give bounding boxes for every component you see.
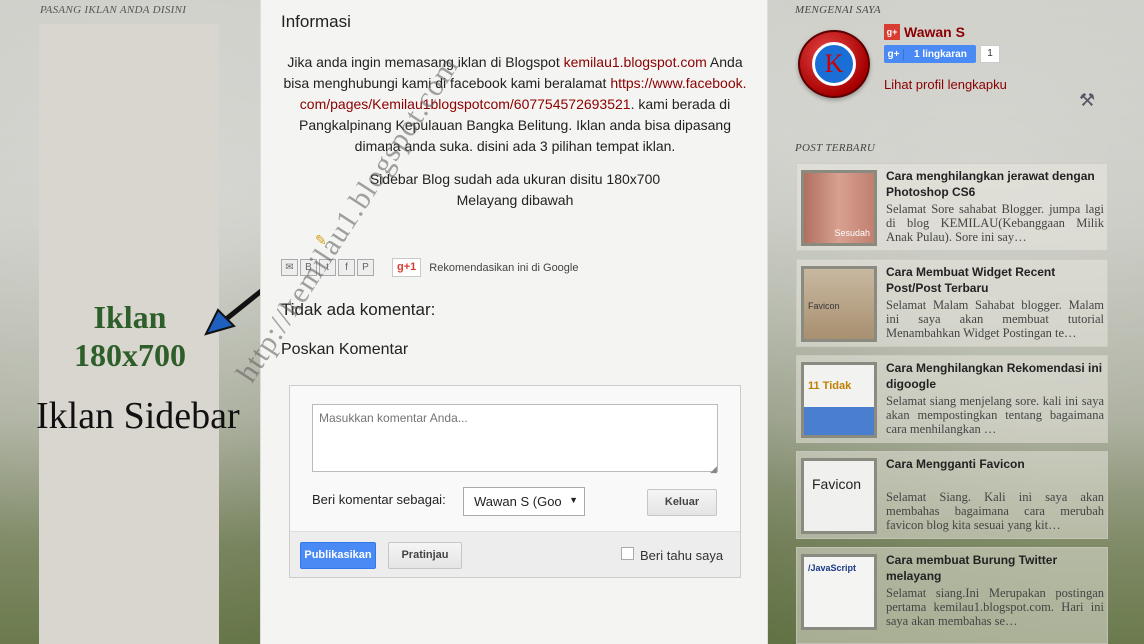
thumb-text: 11 Tidak [808, 380, 852, 392]
comment-as-label: Beri komentar sebagai: [312, 492, 446, 507]
post-text: Melayang dibawah [456, 192, 574, 208]
gplus-one-button[interactable]: g+1 [392, 258, 422, 277]
ad-label-line1: Iklan [93, 299, 167, 335]
post-thumbnail[interactable]: Favicon [801, 266, 877, 342]
ad-size-label: Iklan 180x700 [40, 298, 220, 374]
identity-select-value: Wawan S (Goo [474, 494, 562, 509]
pinterest-share-icon[interactable]: P [357, 259, 374, 276]
post-title: Informasi [281, 12, 351, 31]
follow-label: 1 lingkaran [914, 48, 967, 60]
logout-button[interactable]: Keluar [647, 489, 717, 516]
preview-button[interactable]: Pratinjau [388, 542, 462, 569]
identity-select[interactable]: Wawan S (Goo ▼ [463, 487, 585, 516]
ad-sidebar-heading: PASANG IKLAN ANDA DISINI [40, 4, 187, 16]
ad-label-line2: 180x700 [74, 337, 186, 373]
post-title-link[interactable]: Cara Menghilangkan Rekomendasi ini digoo… [886, 360, 1108, 392]
profile-link[interactable]: Lihat profil lengkapku [884, 77, 1007, 92]
thumb-text: Sesudah [834, 228, 870, 238]
thumb-text: Favicon [812, 476, 862, 492]
avatar-letter: K [812, 42, 856, 86]
recent-post-item[interactable]: /JavaScript Cara membuat Burung Twitter … [796, 547, 1108, 644]
recent-post-item[interactable]: Favicon Cara Membuat Widget Recent Post/… [796, 259, 1108, 347]
post-thumbnail[interactable]: 11 Tidak [801, 362, 877, 438]
post-title-link[interactable]: Cara Mengganti Favicon [886, 456, 1108, 472]
wrench-icon[interactable]: ⚒ [1079, 90, 1095, 111]
avatar[interactable]: K [798, 30, 870, 98]
recent-post-item[interactable]: Favicon Cara Mengganti Favicon Selamat S… [796, 451, 1108, 539]
recent-post-item[interactable]: 11 Tidak Cara Menghilangkan Rekomendasi … [796, 355, 1108, 443]
post-paragraph: Jika anda ingin memasang iklan di Blogsp… [281, 52, 749, 157]
post-title-link[interactable]: Cara menghilangkan jerawat dengan Photos… [886, 168, 1108, 200]
post-snippet: Selamat Sore sahabat Blogger. jumpa lagi… [886, 202, 1104, 244]
post-thumbnail[interactable]: Favicon [801, 458, 877, 534]
thumb-text: Favicon [808, 301, 840, 311]
post-text: Sidebar Blog sudah ada ukuran disitu 180… [369, 171, 661, 187]
post-snippet: Selamat siang menjelang sore. kali ini s… [886, 394, 1104, 436]
follow-count: 1 [980, 45, 1000, 63]
comment-input[interactable] [312, 404, 718, 472]
profile-name[interactable]: Wawan S [904, 24, 965, 40]
notify-checkbox[interactable] [621, 547, 634, 560]
recent-posts-heading: POST TERBARU [795, 142, 876, 154]
post-snippet: Selamat Malam Sahabat blogger. Malam ini… [886, 298, 1104, 340]
resize-grip-icon[interactable]: ◢ [710, 464, 717, 475]
post-title-link[interactable]: Cara membuat Burung Twitter melayang [886, 552, 1108, 584]
post-thumbnail[interactable]: /JavaScript [801, 554, 877, 630]
ad-caption: Iklan Sidebar [36, 395, 240, 437]
publish-button[interactable]: Publikasikan [300, 542, 376, 569]
post-snippet: Selamat Siang. Kali ini saya akan membah… [886, 490, 1104, 532]
post-snippet: Selamat siang.Ini Merupakan postingan pe… [886, 586, 1104, 628]
post-title-link[interactable]: Cara Membuat Widget Recent Post/Post Ter… [886, 264, 1108, 296]
main-post: Informasi Jika anda ingin memasang iklan… [260, 0, 768, 644]
comment-footer: Publikasikan Pratinjau Beri tahu saya [290, 531, 740, 577]
recommend-text: Rekomendasikan ini di Google [429, 261, 579, 274]
post-thumbnail[interactable]: Sesudah [801, 170, 877, 246]
comment-form: ◢ Beri komentar sebagai: Wawan S (Goo ▼ … [289, 385, 741, 578]
recent-post-item[interactable]: Sesudah Cara menghilangkan jerawat denga… [796, 163, 1108, 251]
chevron-down-icon: ▼ [569, 495, 578, 505]
post-comment-heading: Poskan Komentar [281, 341, 409, 358]
follow-button[interactable]: g+ 1 lingkaran [884, 45, 976, 63]
blog-link[interactable]: kemilau1.blogspot.com [564, 54, 707, 70]
notify-label: Beri tahu saya [640, 548, 724, 563]
gplus-follow-icon: g+ [884, 48, 904, 60]
about-heading: MENGENAI SAYA [795, 4, 881, 16]
gplus-icon: g+ [884, 24, 900, 40]
gplus-one-label: +1 [403, 261, 417, 273]
thumb-text: /JavaScript [808, 563, 857, 573]
